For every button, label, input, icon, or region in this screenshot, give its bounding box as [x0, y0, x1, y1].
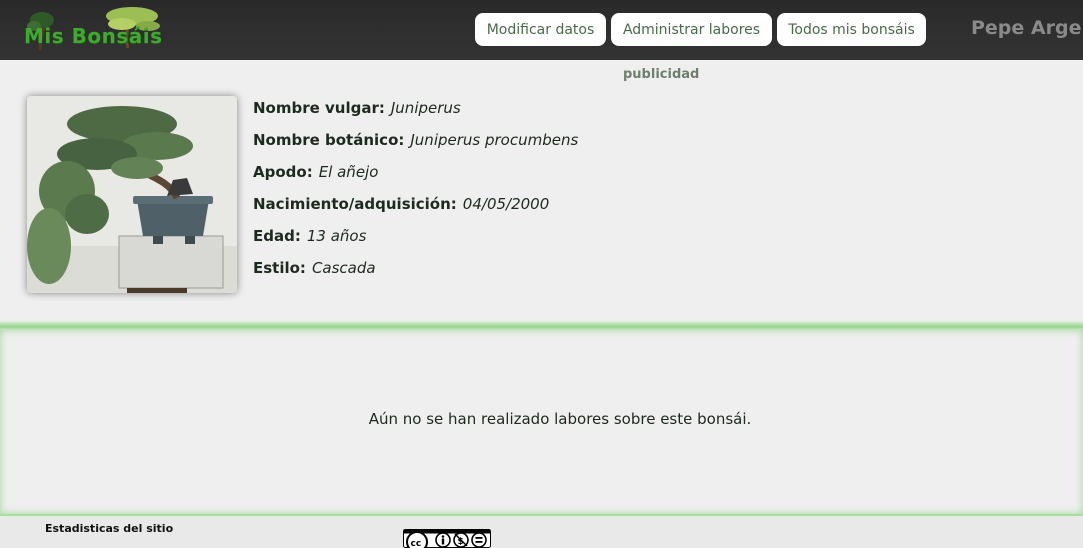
detail-label: Edad: — [253, 227, 301, 245]
svg-text:cc: cc — [411, 539, 422, 548]
detail-label: Nacimiento/adquisición: — [253, 195, 457, 213]
detail-botanical-name: Nombre botánico: Juniperus procumbens — [253, 124, 578, 156]
top-bar: Mis Bonsáis Modificar datos Administrar … — [0, 0, 1083, 60]
detail-label: Nombre botánico: — [253, 131, 405, 149]
detail-value: 04/05/2000 — [462, 195, 550, 213]
detail-age: Edad: 13 años — [253, 220, 578, 252]
creative-commons-by-nc-nd-icon[interactable]: cc $ — [403, 529, 491, 548]
detail-label: Nombre vulgar: — [253, 99, 385, 117]
detail-value: 13 años — [306, 227, 367, 245]
detail-style: Estilo: Cascada — [253, 252, 578, 284]
detail-label: Apodo: — [253, 163, 313, 181]
user-name[interactable]: Pepe Argen — [971, 17, 1083, 39]
no-tasks-message: Aún no se han realizado labores sobre es… — [368, 410, 752, 428]
detail-value: Cascada — [311, 259, 376, 277]
detail-birth-date: Nacimiento/adquisición: 04/05/2000 — [253, 188, 578, 220]
logo-text: Mis Bonsáis — [24, 24, 163, 48]
detail-value: Juniperus procumbens — [410, 131, 579, 149]
bonsai-details: Nombre vulgar: Juniperus Nombre botánico… — [253, 92, 578, 284]
detail-value: El añejo — [318, 163, 379, 181]
bonsai-photo-icon — [27, 96, 237, 293]
site-stats-title: Estadisticas del sitio — [45, 522, 174, 535]
all-bonsais-button[interactable]: Todos mis bonsáis — [777, 13, 926, 46]
modify-data-button[interactable]: Modificar datos — [475, 13, 606, 46]
advertising-label: publicidad — [623, 67, 700, 82]
administer-tasks-button[interactable]: Administrar labores — [611, 13, 772, 46]
detail-label: Estilo: — [253, 259, 306, 277]
bonsai-photo — [27, 96, 237, 293]
detail-common-name: Nombre vulgar: Juniperus — [253, 92, 578, 124]
site-logo[interactable]: Mis Bonsáis — [20, 2, 170, 58]
detail-value: Juniperus — [390, 99, 461, 117]
detail-nickname: Apodo: El añejo — [253, 156, 578, 188]
